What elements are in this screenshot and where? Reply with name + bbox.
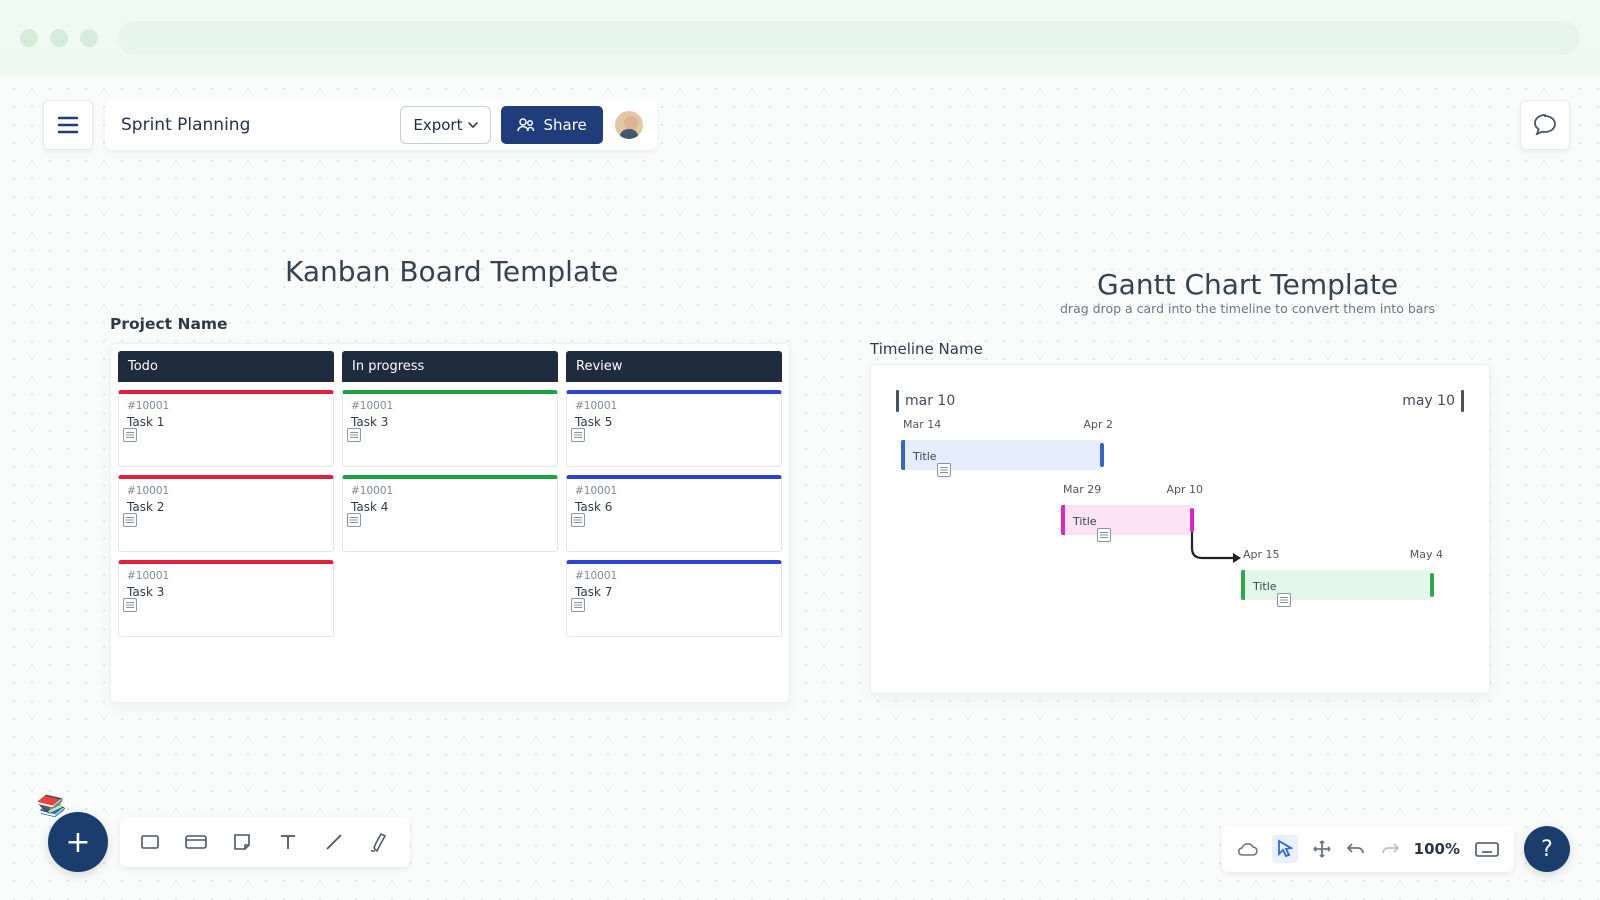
notes-icon[interactable]	[347, 513, 361, 527]
cloud-sync-icon[interactable]	[1236, 841, 1258, 857]
hamburger-icon	[57, 116, 79, 134]
notes-icon[interactable]	[571, 428, 585, 442]
kanban-column[interactable]: In progress #10001 Task 3 #10001 Task 4	[342, 351, 558, 695]
card-id: #10001	[127, 570, 325, 582]
rectangle-tool-icon[interactable]	[138, 830, 162, 854]
browser-chrome	[0, 0, 1600, 75]
export-button[interactable]: Export	[400, 106, 491, 144]
card-title: Task 3	[127, 585, 325, 599]
traffic-light	[20, 29, 38, 47]
gantt-end-tick: may 10	[1402, 390, 1464, 412]
sticky-note-tool-icon[interactable]	[230, 830, 254, 854]
highlighter-tool-icon[interactable]	[368, 830, 392, 854]
card-tool-icon[interactable]	[184, 830, 208, 854]
traffic-light	[80, 29, 98, 47]
card-title: Task 3	[351, 415, 549, 429]
hamburger-button[interactable]	[43, 100, 93, 150]
gantt-start-tick: mar 10	[896, 390, 955, 412]
page-title[interactable]: Sprint Planning	[117, 115, 260, 135]
cursor-icon	[1276, 839, 1294, 859]
gantt-bar[interactable]: TitleMar 29Apr 10	[1061, 505, 1191, 535]
pointer-tool[interactable]	[1272, 835, 1298, 863]
gantt-bar-end-date: Apr 2	[1083, 418, 1113, 431]
traffic-light	[50, 29, 68, 47]
notes-icon[interactable]	[571, 513, 585, 527]
card-title: Task 1	[127, 415, 325, 429]
notes-icon[interactable]	[123, 513, 137, 527]
omnibar[interactable]	[118, 21, 1580, 55]
share-button-label: Share	[543, 116, 586, 134]
notes-icon[interactable]	[123, 428, 137, 442]
move-tool-icon[interactable]	[1312, 839, 1332, 859]
gantt-bar-end-date: Apr 10	[1166, 483, 1203, 496]
card-title: Task 4	[351, 500, 549, 514]
kanban-card[interactable]: #10001 Task 7	[566, 560, 782, 637]
sticker-icon: 📚	[35, 791, 68, 822]
share-button[interactable]: Share	[501, 106, 602, 144]
kanban-column-header[interactable]: Todo	[118, 351, 334, 382]
kanban-card[interactable]: #10001 Task 1	[118, 390, 334, 467]
kanban-card[interactable]: #10001 Task 3	[342, 390, 558, 467]
add-button[interactable]: 📚 +	[48, 812, 108, 872]
card-title: Task 7	[575, 585, 773, 599]
header-bar: Sprint Planning Export Share	[43, 100, 657, 150]
comments-button[interactable]	[1520, 100, 1570, 150]
kanban-column[interactable]: Review #10001 Task 5 #10001 Task 6 #10001 Task…	[566, 351, 782, 695]
card-id: #10001	[351, 485, 549, 497]
notes-icon[interactable]	[571, 598, 585, 612]
kanban-card[interactable]: #10001 Task 5	[566, 390, 782, 467]
avatar[interactable]	[613, 109, 645, 141]
card-id: #10001	[351, 400, 549, 412]
redo-icon[interactable]	[1380, 841, 1400, 857]
text-tool-icon[interactable]	[276, 830, 300, 854]
bottom-left-toolbar: 📚 +	[48, 812, 410, 872]
kanban-project-label[interactable]: Project Name	[110, 315, 790, 333]
bottom-right-toolbar: 100% ?	[1222, 826, 1570, 872]
card-id: #10001	[575, 400, 773, 412]
notes-icon[interactable]	[937, 463, 951, 477]
kanban-column-header[interactable]: In progress	[342, 351, 558, 382]
card-id: #10001	[575, 485, 773, 497]
card-title: Task 6	[575, 500, 773, 514]
help-button[interactable]: ?	[1524, 826, 1570, 872]
kanban-card[interactable]: #10001 Task 6	[566, 475, 782, 552]
gantt-timeline-label[interactable]: Timeline Name	[870, 340, 1490, 358]
line-tool-icon[interactable]	[322, 830, 346, 854]
export-button-label: Export	[413, 116, 462, 134]
gantt-bar-start-date: Mar 29	[1063, 483, 1101, 496]
kanban-board[interactable]: Todo #10001 Task 1 #10001 Task 2 #10001 Task 3…	[110, 343, 790, 703]
shape-toolbar	[120, 817, 410, 867]
gantt-bar-end-date: May 4	[1410, 548, 1443, 561]
notes-icon[interactable]	[1277, 593, 1291, 607]
keyboard-icon[interactable]	[1474, 840, 1500, 858]
gantt-chart[interactable]: mar 10 may 10 TitleMar 14Apr 2 TitleMar 2…	[870, 364, 1490, 694]
card-id: #10001	[127, 485, 325, 497]
card-id: #10001	[127, 400, 325, 412]
card-id: #10001	[575, 570, 773, 582]
kanban-card[interactable]: #10001 Task 4	[342, 475, 558, 552]
caret-down-icon	[468, 122, 478, 128]
kanban-column-header[interactable]: Review	[566, 351, 782, 382]
notes-icon[interactable]	[1097, 528, 1111, 542]
gantt-bar[interactable]: TitleMar 14Apr 2	[901, 440, 1101, 470]
speech-bubble-icon	[1532, 112, 1558, 138]
gantt-bar[interactable]: TitleApr 15May 4	[1241, 570, 1431, 600]
card-title: Task 5	[575, 415, 773, 429]
card-title: Task 2	[127, 500, 325, 514]
kanban-column[interactable]: Todo #10001 Task 1 #10001 Task 2 #10001 Task 3	[118, 351, 334, 695]
kanban-card[interactable]: #10001 Task 3	[118, 560, 334, 637]
notes-icon[interactable]	[123, 598, 137, 612]
people-icon	[517, 118, 535, 132]
gantt-bar-start-date: Mar 14	[903, 418, 941, 431]
notes-icon[interactable]	[347, 428, 361, 442]
zoom-level[interactable]: 100%	[1414, 840, 1460, 858]
gantt-bar-start-date: Apr 15	[1243, 548, 1280, 561]
undo-icon[interactable]	[1346, 841, 1366, 857]
kanban-card[interactable]: #10001 Task 2	[118, 475, 334, 552]
